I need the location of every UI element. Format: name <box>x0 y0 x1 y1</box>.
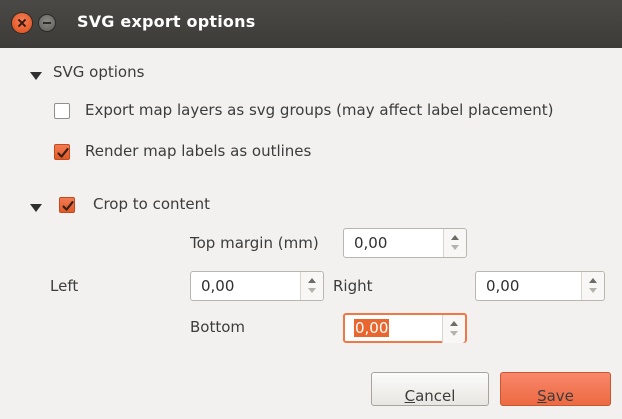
spin-arrows[interactable] <box>443 229 466 257</box>
left-margin-value[interactable]: 0,00 <box>201 277 234 295</box>
bottom-margin-label: Bottom <box>190 318 246 336</box>
crop-to-content-checkbox[interactable] <box>59 197 75 213</box>
right-margin-spinbox[interactable]: 0,00 <box>475 271 605 301</box>
collapse-arrow-icon[interactable] <box>30 72 42 80</box>
window-title: SVG export options <box>77 12 256 31</box>
cancel-label-rest: ancel <box>415 387 456 405</box>
checkmark-icon <box>57 148 69 158</box>
spin-down-icon[interactable] <box>589 288 597 293</box>
spin-arrows[interactable] <box>581 272 604 300</box>
cancel-button-label: Cancel <box>405 380 456 405</box>
right-margin-value[interactable]: 0,00 <box>486 277 519 295</box>
close-icon[interactable] <box>12 13 32 33</box>
spin-up-icon[interactable] <box>450 321 458 326</box>
crop-to-content-label[interactable]: Crop to content <box>93 195 210 213</box>
collapse-arrow-icon[interactable] <box>30 204 42 212</box>
cancel-button[interactable]: Cancel <box>371 372 489 406</box>
bottom-margin-spinbox[interactable]: 0,00 <box>343 313 467 343</box>
save-button-label: Save <box>537 380 574 405</box>
render-labels-checkbox[interactable] <box>54 144 70 160</box>
title-bar: SVG export options <box>0 0 622 48</box>
render-labels-label[interactable]: Render map labels as outlines <box>85 142 311 160</box>
save-mnemonic: S <box>537 387 547 405</box>
save-label-rest: ave <box>546 387 574 405</box>
left-margin-spinbox[interactable]: 0,00 <box>190 271 324 301</box>
spin-down-icon[interactable] <box>451 245 459 250</box>
spin-arrows[interactable] <box>300 272 323 300</box>
top-margin-value[interactable]: 0,00 <box>354 234 387 252</box>
spin-up-icon[interactable] <box>308 278 316 283</box>
spin-down-icon[interactable] <box>450 331 458 336</box>
spin-up-icon[interactable] <box>589 278 597 283</box>
top-margin-label: Top margin (mm) <box>190 234 319 252</box>
top-margin-spinbox[interactable]: 0,00 <box>343 228 467 258</box>
left-margin-label: Left <box>50 277 79 295</box>
spin-up-icon[interactable] <box>451 235 459 240</box>
right-margin-label: Right <box>333 277 373 295</box>
svg-options-section-label[interactable]: SVG options <box>53 63 144 81</box>
cancel-mnemonic: C <box>404 387 416 405</box>
checkmark-icon <box>62 201 74 211</box>
minimize-icon[interactable] <box>39 15 55 31</box>
bottom-margin-value[interactable]: 0,00 <box>354 319 390 337</box>
export-layers-checkbox[interactable] <box>54 103 70 119</box>
spin-down-icon[interactable] <box>308 288 316 293</box>
spin-arrows[interactable] <box>442 315 465 343</box>
svg-export-dialog: SVG export options SVG options Export ma… <box>0 0 622 419</box>
save-button[interactable]: Save <box>500 372 611 406</box>
export-layers-label[interactable]: Export map layers as svg groups (may aff… <box>85 101 554 119</box>
